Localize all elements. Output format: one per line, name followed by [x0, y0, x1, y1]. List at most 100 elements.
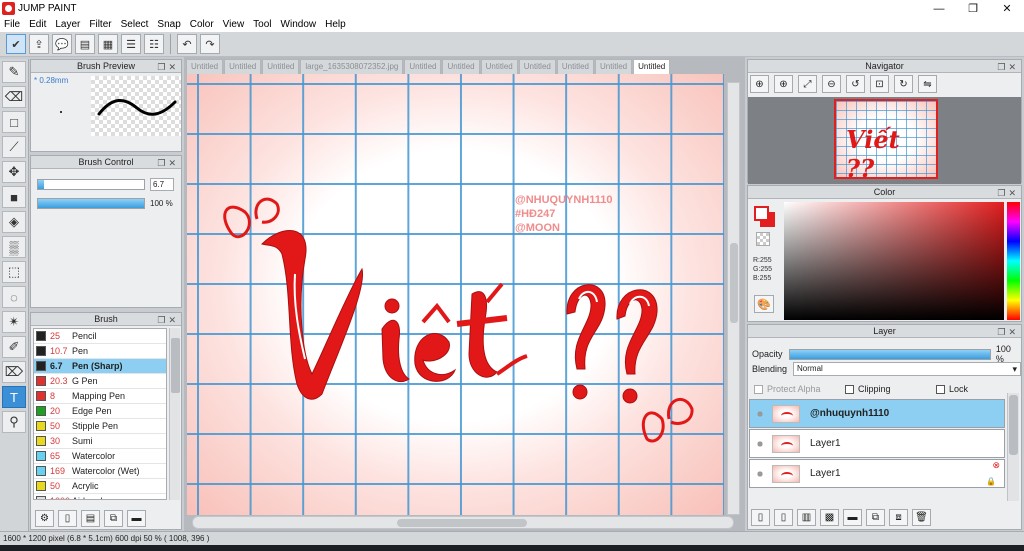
- speech-bubble-icon[interactable]: 💬: [52, 34, 72, 54]
- brush-menu-icon[interactable]: ▤: [81, 509, 100, 527]
- maximize-button[interactable]: ❐: [956, 0, 990, 17]
- menu-edit[interactable]: Edit: [29, 19, 46, 30]
- text-icon[interactable]: T: [2, 386, 26, 408]
- document-tab[interactable]: Untitled: [556, 59, 594, 74]
- brush-size-input[interactable]: 6.7: [150, 178, 174, 191]
- rectangle-icon[interactable]: □: [2, 111, 26, 133]
- zoom-in-icon[interactable]: ⊕: [750, 75, 769, 93]
- layer-delete-marker-icon[interactable]: ⊗: [992, 460, 1000, 471]
- rotate-right-icon[interactable]: ↻: [894, 75, 913, 93]
- navigator-view[interactable]: Viết ??: [748, 97, 1021, 184]
- brush-item[interactable]: 6.7 Pen (Sharp): [34, 359, 166, 374]
- canvas-vertical-scrollbar[interactable]: [727, 82, 740, 515]
- zoom-in-alt-icon[interactable]: ⊕: [774, 75, 793, 93]
- brush-item[interactable]: 8 Mapping Pen: [34, 389, 166, 404]
- brush-item[interactable]: 65 Watercolor: [34, 449, 166, 464]
- duplicate-brush-icon[interactable]: ⧉: [104, 509, 123, 527]
- clipping-checkbox[interactable]: [845, 384, 854, 394]
- panel-controls-icon[interactable]: ❐✕: [157, 157, 179, 169]
- palette-icon[interactable]: 🎨: [754, 295, 774, 313]
- move-icon[interactable]: ✥: [2, 161, 26, 183]
- menu-layer[interactable]: Layer: [55, 19, 80, 30]
- close-button[interactable]: ✕: [990, 0, 1024, 17]
- checklist-icon[interactable]: ☷: [144, 34, 164, 54]
- brush-list-scrollbar[interactable]: [169, 328, 180, 500]
- brush-item[interactable]: 30 Sumi: [34, 434, 166, 449]
- scroll-thumb[interactable]: [1009, 395, 1018, 455]
- brush-item[interactable]: 20.3 G Pen: [34, 374, 166, 389]
- document-tab[interactable]: Untitled: [224, 59, 262, 74]
- brush-item[interactable]: 10.7 Pen: [34, 344, 166, 359]
- menu-window[interactable]: Window: [281, 19, 317, 30]
- menu-help[interactable]: Help: [325, 19, 346, 30]
- list-icon[interactable]: ☰: [121, 34, 141, 54]
- lasso-icon[interactable]: ◌: [2, 286, 26, 308]
- panel-controls-icon[interactable]: ❐✕: [157, 314, 179, 326]
- transparent-color-icon[interactable]: [756, 232, 770, 246]
- raster-layer-icon[interactable]: ▥: [797, 509, 816, 526]
- brush-item[interactable]: 169 Watercolor (Wet): [34, 464, 166, 479]
- select-eraser-icon[interactable]: ⌦: [2, 361, 26, 383]
- brush-folder-icon[interactable]: ▬: [127, 509, 146, 527]
- navigator-thumbnail[interactable]: Viết ??: [834, 99, 938, 179]
- merge-layer-icon[interactable]: ⧈: [889, 509, 908, 526]
- brush-icon[interactable]: ✎: [2, 61, 26, 83]
- comment-icon[interactable]: ▤: [75, 34, 95, 54]
- document-tab[interactable]: Untitled: [442, 59, 480, 74]
- menu-color[interactable]: Color: [190, 19, 214, 30]
- page-icon[interactable]: ▦: [98, 34, 118, 54]
- fit-screen-icon[interactable]: ⤢: [798, 75, 817, 93]
- saturation-value-picker[interactable]: [784, 202, 1004, 320]
- brush-item[interactable]: 50 Stipple Pen: [34, 419, 166, 434]
- brush-item[interactable]: 50 Acrylic: [34, 479, 166, 494]
- select-rect-icon[interactable]: ⬚: [2, 261, 26, 283]
- visibility-eye-icon[interactable]: [754, 407, 766, 420]
- fill-rect-icon[interactable]: ■: [2, 186, 26, 208]
- blending-select[interactable]: Normal: [793, 362, 1022, 376]
- layer-folder-icon[interactable]: ▬: [843, 509, 862, 526]
- scroll-thumb[interactable]: [397, 519, 527, 527]
- visibility-eye-icon[interactable]: [754, 467, 766, 480]
- menu-select[interactable]: Select: [121, 19, 149, 30]
- new-layer-alt-icon[interactable]: ▯: [774, 509, 793, 526]
- flip-icon[interactable]: ⇋: [918, 75, 937, 93]
- lock-checkbox[interactable]: [936, 384, 945, 394]
- layer-list-scrollbar[interactable]: [1007, 393, 1019, 501]
- line-icon[interactable]: ⟋: [2, 136, 26, 158]
- delete-layer-icon[interactable]: 🗑: [912, 509, 931, 526]
- document-tab[interactable]: Untitled: [186, 59, 224, 74]
- panel-controls-icon[interactable]: ❐✕: [157, 61, 179, 73]
- panel-controls-icon[interactable]: ❐✕: [997, 61, 1019, 73]
- panel-controls-icon[interactable]: ❐✕: [997, 187, 1019, 199]
- select-pen-icon[interactable]: ✐: [2, 336, 26, 358]
- reset-view-icon[interactable]: ⊡: [870, 75, 889, 93]
- menu-snap[interactable]: Snap: [157, 19, 180, 30]
- tone-layer-icon[interactable]: ▩: [820, 509, 839, 526]
- layer-item[interactable]: Layer1: [749, 429, 1005, 458]
- menu-filter[interactable]: Filter: [89, 19, 111, 30]
- check-icon[interactable]: ✔: [6, 34, 26, 54]
- document-tab[interactable]: Untitled: [262, 59, 300, 74]
- brush-item[interactable]: 25 Pencil: [34, 329, 166, 344]
- scroll-thumb[interactable]: [171, 338, 180, 393]
- magic-wand-icon[interactable]: ✴: [2, 311, 26, 333]
- new-brush-icon[interactable]: ▯: [58, 509, 77, 527]
- layer-item[interactable]: @nhuquynh1110: [749, 399, 1005, 428]
- brush-size-slider[interactable]: [37, 179, 145, 190]
- visibility-eye-icon[interactable]: [754, 437, 766, 450]
- panel-controls-icon[interactable]: ❐✕: [997, 326, 1019, 338]
- brush-settings-icon[interactable]: ⚙: [35, 509, 54, 527]
- rotate-left-icon[interactable]: ↺: [846, 75, 865, 93]
- menu-file[interactable]: File: [4, 19, 20, 30]
- canvas-horizontal-scrollbar[interactable]: [192, 516, 734, 529]
- document-tab[interactable]: Untitled: [518, 59, 556, 74]
- document-tab[interactable]: Untitled: [594, 59, 633, 74]
- hue-slider[interactable]: [1007, 202, 1020, 320]
- zoom-out-icon[interactable]: ⊖: [822, 75, 841, 93]
- gradient-icon[interactable]: ▒: [2, 236, 26, 258]
- document-tab[interactable]: Untitled: [404, 59, 442, 74]
- scroll-thumb[interactable]: [730, 243, 738, 323]
- drawing-canvas[interactable]: @NHUQUYNH1110 #HĐ247 @MOON: [187, 74, 724, 515]
- menu-view[interactable]: View: [223, 19, 245, 30]
- document-tab[interactable]: large_1635308072352.jpg: [300, 59, 404, 74]
